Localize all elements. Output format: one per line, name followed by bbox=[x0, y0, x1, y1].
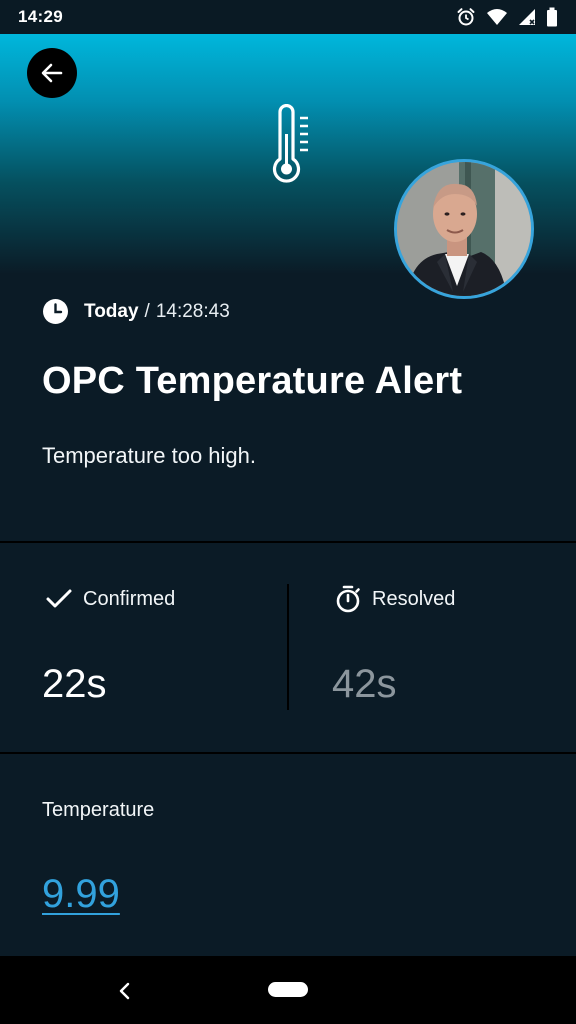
alert-timestamp: Today / 14:28:43 bbox=[42, 298, 230, 325]
wifi-icon bbox=[487, 9, 507, 25]
resolved-label-text: Resolved bbox=[372, 587, 456, 610]
confirmed-label-text: Confirmed bbox=[83, 587, 176, 610]
signal-icon bbox=[519, 9, 535, 25]
resolved-label: Resolved bbox=[334, 585, 455, 613]
temperature-value-link[interactable]: 9.99 bbox=[42, 872, 120, 917]
clock-icon bbox=[43, 299, 68, 324]
status-time: 14:29 bbox=[18, 7, 63, 26]
navigation-bar bbox=[0, 956, 576, 1024]
timestamp-separator: / bbox=[144, 300, 150, 322]
battery-icon bbox=[547, 7, 557, 27]
alert-detail-screen: 14:29 Today / 14:28:43 OPC Temperature A… bbox=[0, 0, 576, 1024]
stopwatch-icon bbox=[336, 585, 360, 613]
divider bbox=[0, 752, 576, 754]
stat-divider bbox=[287, 584, 289, 710]
checkmark-icon bbox=[46, 589, 72, 608]
alert-description: Temperature too high. bbox=[42, 443, 257, 468]
assignee-avatar[interactable] bbox=[394, 159, 534, 299]
alarm-icon bbox=[457, 8, 475, 26]
arrow-back-icon bbox=[41, 63, 63, 83]
alert-title: OPC Temperature Alert bbox=[42, 360, 463, 402]
thermometer-icon bbox=[272, 104, 308, 183]
avatar-photo bbox=[397, 162, 531, 296]
nav-back-icon[interactable] bbox=[112, 978, 138, 1004]
divider bbox=[0, 541, 576, 543]
status-bar: 14:29 bbox=[0, 0, 576, 34]
nav-home-button[interactable] bbox=[268, 982, 308, 997]
timestamp-day: Today bbox=[84, 300, 139, 322]
confirmed-label: Confirmed bbox=[45, 587, 175, 611]
confirmed-value: 22s bbox=[42, 662, 107, 706]
timestamp-time: 14:28:43 bbox=[155, 300, 230, 322]
temperature-label: Temperature bbox=[42, 799, 155, 821]
status-icons bbox=[456, 7, 558, 27]
resolved-value: 42s bbox=[332, 662, 397, 706]
back-button[interactable] bbox=[27, 48, 77, 98]
